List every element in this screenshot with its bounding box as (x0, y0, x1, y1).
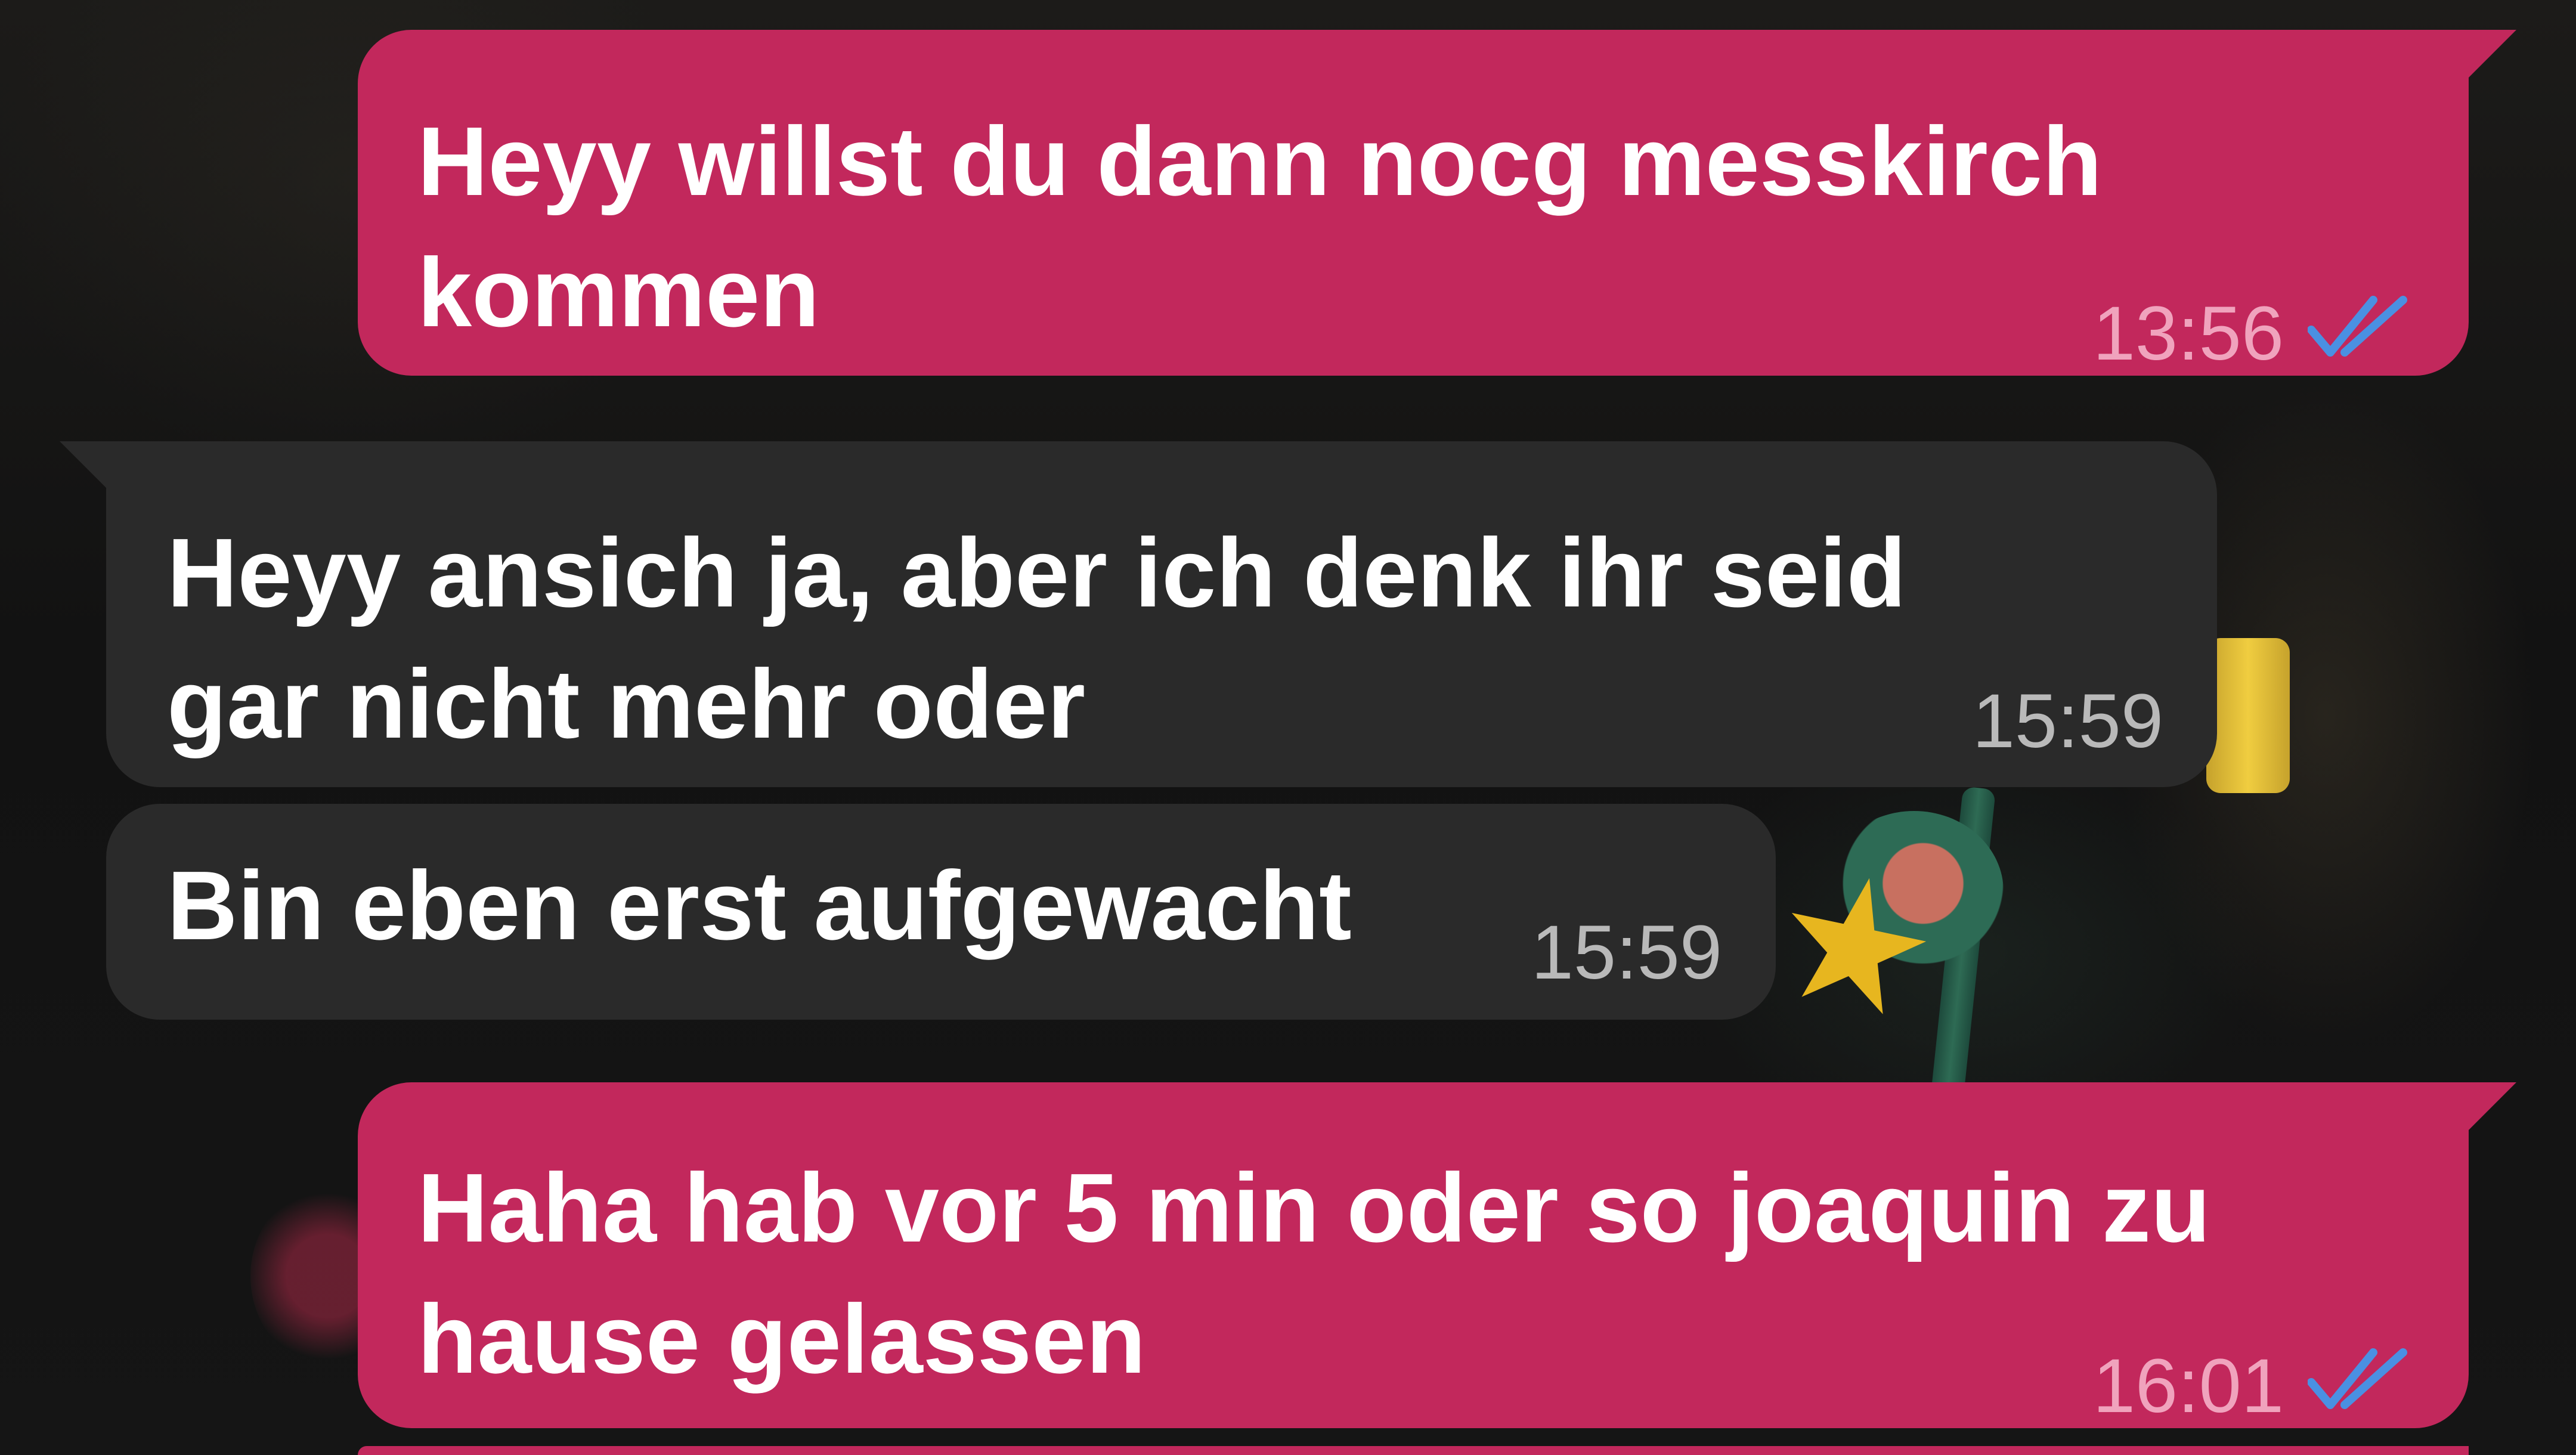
incoming-message-bubble[interactable]: Heyy ansich ja, aber ich denk ihr seid g… (106, 441, 2217, 787)
message-text-line: Heyy ansich ja, aber ich denk ihr seid (167, 518, 1906, 627)
message-time: 15:59 (1972, 679, 2163, 764)
outgoing-message-bubble[interactable]: Heyy willst du dann nocg messkirch komme… (358, 30, 2469, 376)
message-meta: 16:01 (2093, 1345, 2409, 1428)
double-check-icon (2307, 292, 2409, 376)
message-meta: 13:56 (2093, 292, 2409, 376)
incoming-bubble-tail (60, 441, 113, 495)
message-meta: 15:59 (1531, 911, 1722, 995)
message-time: 16:01 (2092, 1343, 2284, 1429)
outgoing-message-bubble-partial[interactable] (358, 1446, 2469, 1455)
message-text-line: hause gelassen (417, 1284, 1146, 1394)
message-meta: 15:59 (1973, 680, 2163, 763)
message-text-line: gar nicht mehr oder (167, 649, 1086, 759)
outgoing-message-bubble[interactable]: Haha hab vor 5 min oder so joaquin zu ha… (358, 1082, 2469, 1428)
double-check-icon (2307, 1345, 2409, 1428)
outgoing-bubble-tail (2463, 1082, 2516, 1136)
message-text-line: kommen (417, 238, 820, 347)
message-text-line: Heyy willst du dann nocg messkirch (417, 107, 2103, 216)
message-text-line: Haha hab vor 5 min oder so joaquin zu (417, 1153, 2211, 1262)
wallpaper-plug (2206, 638, 2290, 793)
outgoing-bubble-tail (2463, 30, 2516, 83)
incoming-message-bubble[interactable]: Bin eben erst aufgewacht 15:59 (106, 804, 1776, 1020)
message-time: 15:59 (1531, 910, 1722, 995)
message-time: 13:56 (2092, 291, 2284, 376)
message-text-line: Bin eben erst aufgewacht (167, 851, 1352, 960)
